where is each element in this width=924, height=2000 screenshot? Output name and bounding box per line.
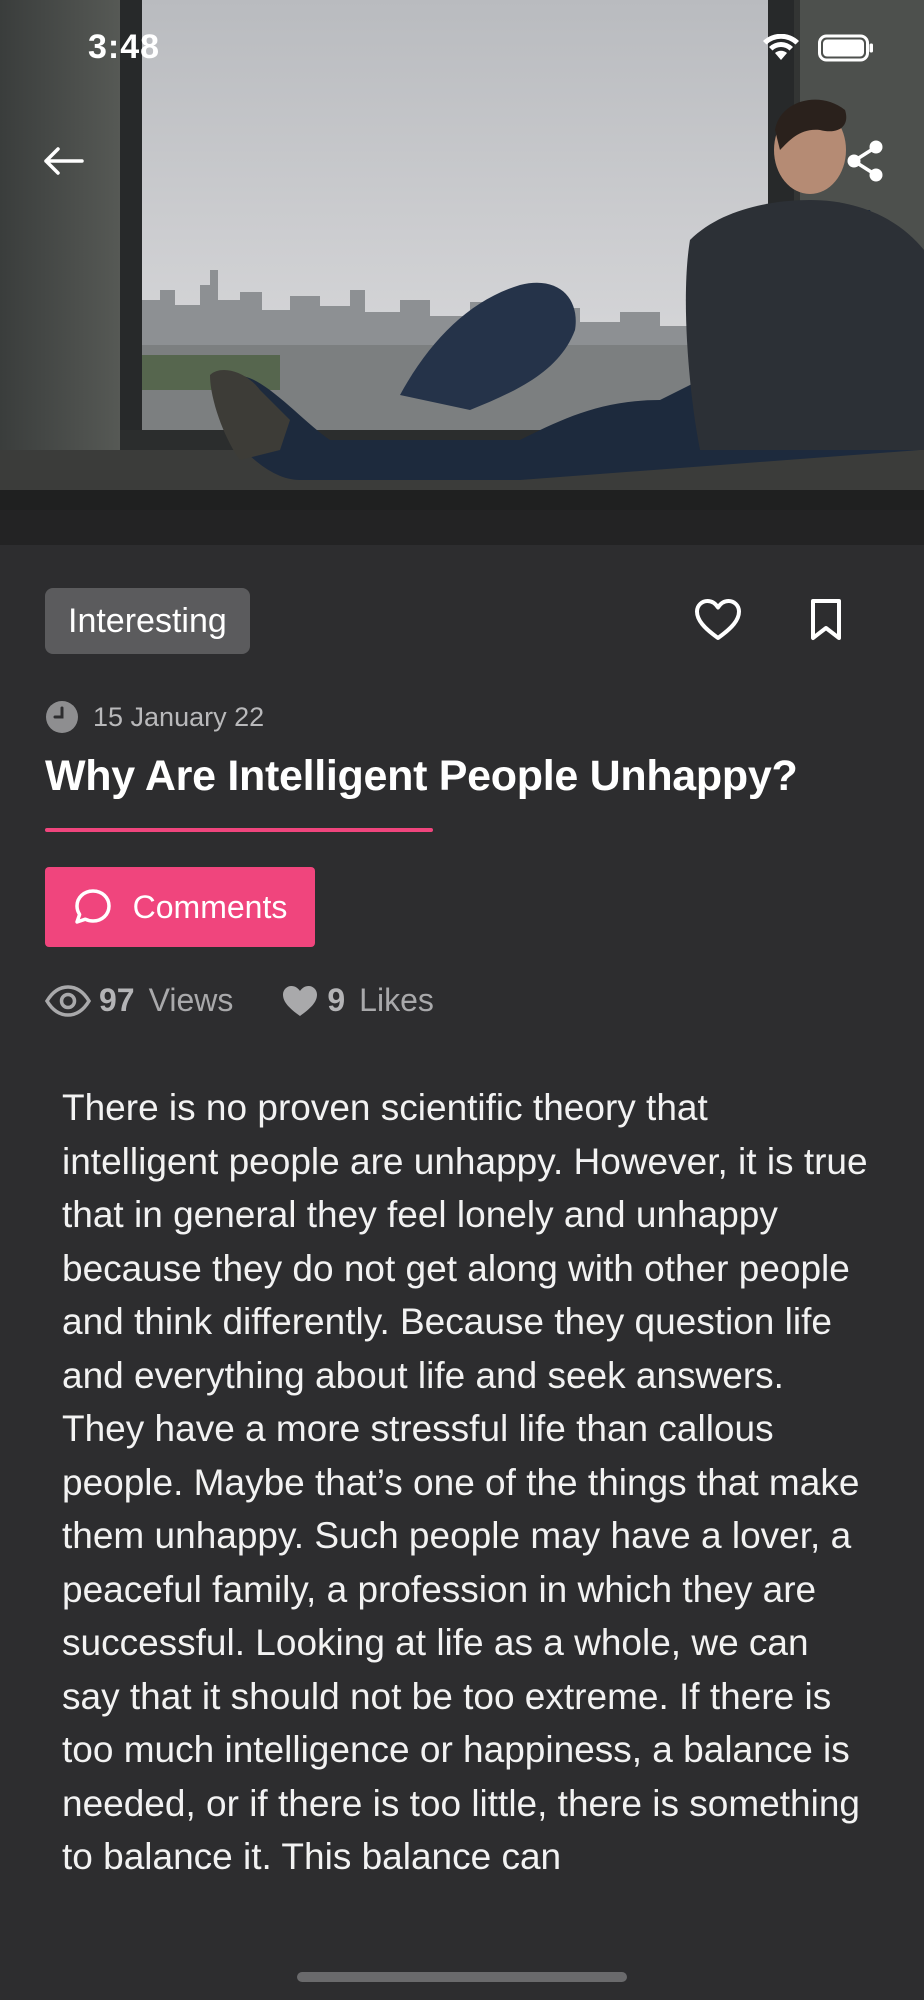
bookmark-button[interactable] [791, 585, 861, 655]
date-row: 15 January 22 [45, 700, 264, 734]
status-time: 3:48 [88, 28, 161, 66]
category-tag[interactable]: Interesting [45, 588, 250, 654]
back-button[interactable] [28, 126, 98, 196]
clock-icon [46, 701, 78, 733]
status-bar: 3:48 [0, 0, 924, 100]
heart-outline-icon [695, 599, 741, 640]
article-title: Why Are Intelligent People Unhappy? [45, 752, 798, 800]
share-button[interactable] [830, 126, 900, 196]
views-stat: 97 Views [45, 982, 233, 1019]
comments-button[interactable]: Comments [45, 867, 315, 947]
comment-bubble-icon [74, 889, 111, 924]
heart-filled-icon [283, 985, 318, 1016]
bookmark-icon [811, 599, 841, 640]
like-button[interactable] [683, 585, 753, 655]
likes-label: Likes [359, 982, 434, 1018]
likes-stat: 9 Likes [281, 982, 434, 1019]
comments-label: Comments [132, 888, 288, 925]
likes-count: 9 [327, 982, 346, 1018]
arrow-left-icon [44, 147, 84, 175]
title-underline [45, 828, 433, 832]
eye-icon [45, 984, 91, 1017]
wifi-icon [763, 34, 799, 60]
share-icon [847, 140, 883, 182]
views-label: Views [148, 982, 234, 1018]
views-count: 97 [99, 982, 135, 1018]
home-indicator[interactable] [297, 1972, 627, 1982]
publish-date: 15 January 22 [93, 701, 265, 732]
article-body: There is no proven scientific theory tha… [62, 1087, 868, 1877]
stats-row: 97 Views 9 Likes [45, 982, 434, 1019]
status-icons [762, 34, 874, 62]
battery-icon [818, 34, 873, 62]
hero-image: 3:48 [0, 0, 924, 545]
